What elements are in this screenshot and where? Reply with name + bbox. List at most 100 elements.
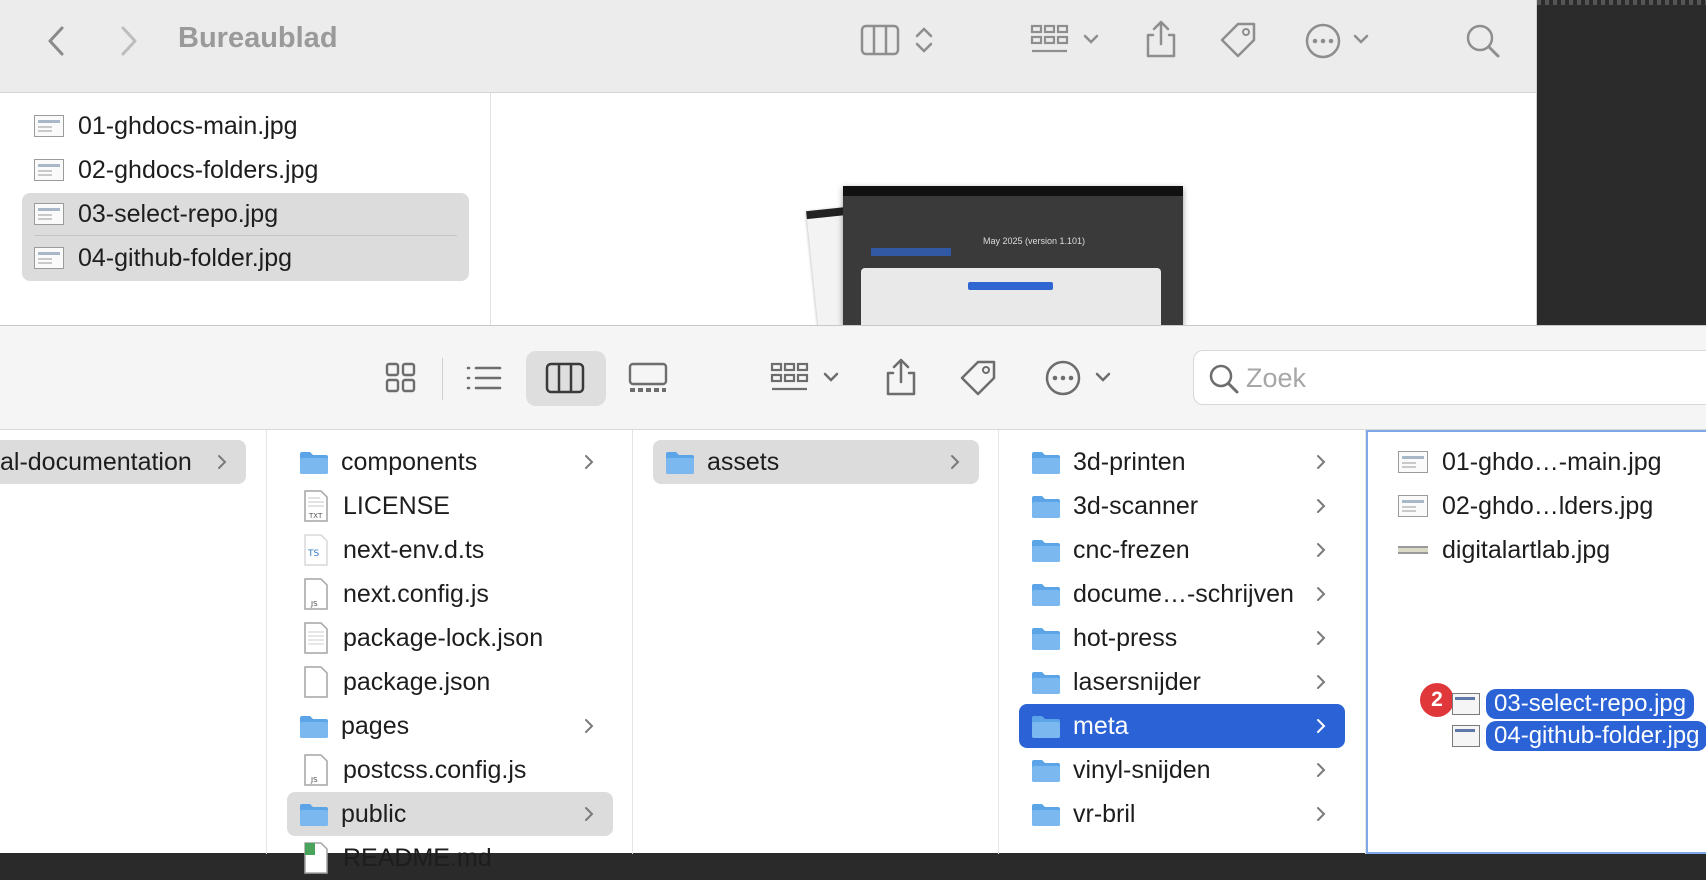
chevron-right-icon xyxy=(218,455,227,469)
desktop-stripe xyxy=(1537,0,1706,5)
item-name: docume…-schrijven xyxy=(1073,579,1294,608)
chevron-right-icon xyxy=(1317,455,1326,469)
browser-column-2: components TXT LICENSE TS next-env.d.ts … xyxy=(267,430,633,874)
javascript-file-icon: JS xyxy=(304,754,328,786)
list-item[interactable]: 01-ghdocs-main.jpg xyxy=(22,104,469,148)
list-item[interactable]: components xyxy=(287,440,613,484)
tag-icon[interactable] xyxy=(958,358,1000,398)
list-item[interactable]: TS next-env.d.ts xyxy=(287,528,613,572)
image-file-icon xyxy=(34,203,64,225)
chevron-right-icon xyxy=(951,455,960,469)
list-view-icon[interactable] xyxy=(464,360,504,396)
chevron-down-icon[interactable] xyxy=(1094,368,1112,388)
list-item[interactable]: 04-github-folder.jpg xyxy=(22,236,469,280)
share-icon[interactable] xyxy=(1144,18,1178,60)
item-name: meta xyxy=(1073,711,1129,740)
column-view-icon[interactable] xyxy=(545,360,587,396)
svg-text:TS: TS xyxy=(307,549,319,559)
preview-thumbnail: May 2025 (version 1.101) xyxy=(843,186,1183,325)
image-file-icon xyxy=(1452,693,1480,715)
svg-text:TXT: TXT xyxy=(308,512,323,520)
finder-window-project: al-documentation components TXT LICENSE … xyxy=(0,325,1706,874)
drag-item: 04-github-folder.jpg xyxy=(1452,721,1706,751)
chevron-right-icon xyxy=(1317,807,1326,821)
list-item[interactable]: hot-press xyxy=(1019,616,1345,660)
file-name: 02-ghdocs-folders.jpg xyxy=(78,155,319,184)
typescript-file-icon: TS xyxy=(304,534,328,566)
list-item[interactable]: docume…-schrijven xyxy=(1019,572,1345,616)
back-icon[interactable] xyxy=(44,24,70,58)
list-item[interactable]: 3d-scanner xyxy=(1019,484,1345,528)
item-name: hot-press xyxy=(1073,623,1178,652)
window-title: Bureaublad xyxy=(178,22,338,54)
list-item[interactable]: 03-select-repo.jpg xyxy=(22,192,469,236)
chevron-down-icon[interactable] xyxy=(1352,30,1370,50)
chevron-right-icon xyxy=(585,719,594,733)
search-field[interactable] xyxy=(1193,350,1706,405)
tag-icon[interactable] xyxy=(1218,20,1260,60)
chevron-right-icon xyxy=(1317,763,1326,777)
list-item[interactable]: README.md xyxy=(287,836,613,880)
group-icon[interactable] xyxy=(770,360,810,396)
image-file-icon xyxy=(34,159,64,181)
icon-view-icon[interactable] xyxy=(384,360,418,396)
share-icon[interactable] xyxy=(884,356,918,398)
list-item[interactable]: al-documentation xyxy=(0,440,246,484)
list-item[interactable]: public xyxy=(287,792,613,836)
search-input[interactable] xyxy=(1246,361,1646,395)
folder-icon xyxy=(1032,495,1060,518)
chevron-updown-icon[interactable] xyxy=(912,22,936,58)
list-item[interactable]: vr-bril xyxy=(1019,792,1345,836)
item-name: next.config.js xyxy=(343,579,489,608)
svg-text:JS: JS xyxy=(310,776,318,784)
browser-column-5-drop-target[interactable]: 01-ghdo…-main.jpg 02-ghdo…lders.jpg digi… xyxy=(1366,430,1706,854)
chevron-down-icon[interactable] xyxy=(1082,30,1100,50)
item-name: digitalartlab.jpg xyxy=(1442,535,1611,564)
browser-column-3: assets xyxy=(633,430,999,854)
list-item[interactable]: 02-ghdo…lders.jpg xyxy=(1398,484,1698,528)
more-icon[interactable] xyxy=(1304,22,1342,60)
list-item[interactable]: 01-ghdo…-main.jpg xyxy=(1398,440,1698,484)
item-name: pages xyxy=(341,711,410,740)
folder-icon xyxy=(1032,583,1060,606)
group-icon[interactable] xyxy=(1030,22,1070,58)
image-file-icon xyxy=(1398,546,1428,554)
column-view-icon[interactable] xyxy=(860,22,902,58)
item-name: cnc-frezen xyxy=(1073,535,1190,564)
folder-icon xyxy=(1032,627,1060,650)
folder-icon xyxy=(300,803,328,826)
list-item[interactable]: lasersnijder xyxy=(1019,660,1345,704)
chevron-right-icon xyxy=(1317,587,1326,601)
chevron-right-icon xyxy=(1317,631,1326,645)
list-item-selected[interactable]: meta xyxy=(1019,704,1345,748)
list-item[interactable]: 02-ghdocs-folders.jpg xyxy=(22,148,469,192)
list-item[interactable]: 3d-printen xyxy=(1019,440,1345,484)
item-name: 3d-printen xyxy=(1073,447,1186,476)
file-name: 01-ghdocs-main.jpg xyxy=(78,111,298,140)
drag-preview[interactable]: 2 03-select-repo.jpg 04-github-folder.jp… xyxy=(1420,683,1706,753)
list-item[interactable]: cnc-frezen xyxy=(1019,528,1345,572)
list-item[interactable]: package-lock.json xyxy=(287,616,613,660)
list-item[interactable]: JS next.config.js xyxy=(287,572,613,616)
chevron-down-icon[interactable] xyxy=(822,368,840,388)
drag-item-label: 04-github-folder.jpg xyxy=(1486,721,1706,751)
more-icon[interactable] xyxy=(1044,359,1082,397)
gallery-view-icon[interactable] xyxy=(628,360,670,396)
drag-count-badge: 2 xyxy=(1420,683,1454,717)
preview-pane: May 2025 (version 1.101) xyxy=(492,93,1536,325)
list-item[interactable]: JS postcss.config.js xyxy=(287,748,613,792)
file-name: 03-select-repo.jpg xyxy=(78,199,279,228)
item-name: LICENSE xyxy=(343,491,450,520)
item-name: postcss.config.js xyxy=(343,755,527,784)
file-list: 01-ghdocs-main.jpg 02-ghdocs-folders.jpg… xyxy=(0,93,491,325)
list-item[interactable]: TXT LICENSE xyxy=(287,484,613,528)
list-item[interactable]: pages xyxy=(287,704,613,748)
folder-name: al-documentation xyxy=(0,447,192,476)
list-item[interactable]: digitalartlab.jpg xyxy=(1398,528,1698,572)
list-item[interactable]: assets xyxy=(653,440,979,484)
list-item[interactable]: vinyl-snijden xyxy=(1019,748,1345,792)
forward-icon[interactable] xyxy=(115,24,141,58)
list-item[interactable]: package.json xyxy=(287,660,613,704)
preview-finder xyxy=(861,268,1161,325)
search-icon[interactable] xyxy=(1464,22,1502,60)
